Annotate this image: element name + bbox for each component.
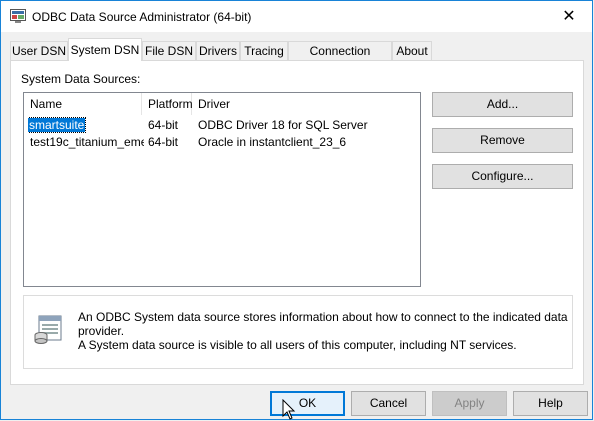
odbc-app-icon: [10, 9, 26, 23]
cancel-button[interactable]: Cancel: [351, 391, 426, 416]
tab-connection-pooling[interactable]: Connection Pooling: [288, 41, 392, 76]
list-header: Name Platform Driver: [24, 93, 420, 115]
data-sources-list[interactable]: Name Platform Driver smartsuite 64-bit O…: [23, 92, 421, 287]
row-platform: 64-bit: [148, 135, 179, 149]
row-name: test19c_titanium_emea: [30, 135, 144, 149]
tab-user-dsn[interactable]: User DSN: [10, 41, 68, 60]
configure-button[interactable]: Configure...: [432, 164, 573, 189]
tab-file-dsn[interactable]: File DSN: [142, 41, 196, 60]
row-driver: ODBC Driver 18 for SQL Server: [198, 118, 368, 132]
list-item[interactable]: test19c_titanium_emea 64-bit Oracle in i…: [24, 134, 420, 151]
info-line-1: An ODBC System data source stores inform…: [78, 310, 568, 338]
system-dsn-panel: System Data Sources: Name Platform Drive…: [10, 60, 584, 385]
info-box: An ODBC System data source stores inform…: [23, 295, 573, 369]
list-item[interactable]: smartsuite 64-bit ODBC Driver 18 for SQL…: [24, 117, 420, 134]
row-platform: 64-bit: [148, 118, 179, 132]
odbc-window: ODBC Data Source Administrator (64-bit) …: [0, 0, 593, 420]
add-button[interactable]: Add...: [432, 92, 573, 117]
tab-system-dsn[interactable]: System DSN: [68, 38, 142, 61]
tab-about[interactable]: About: [392, 41, 432, 60]
data-source-icon: [34, 315, 62, 344]
apply-button[interactable]: Apply: [432, 391, 507, 416]
tab-drivers[interactable]: Drivers: [196, 41, 240, 60]
column-header-platform[interactable]: Platform: [142, 93, 193, 115]
row-name: smartsuite: [28, 117, 87, 133]
remove-button[interactable]: Remove: [432, 128, 573, 153]
title-bar[interactable]: ODBC Data Source Administrator (64-bit) …: [1, 1, 592, 32]
system-data-sources-label: System Data Sources:: [21, 72, 141, 86]
info-line-2: A System data source is visible to all u…: [78, 338, 517, 352]
window-title: ODBC Data Source Administrator (64-bit): [32, 10, 252, 24]
row-driver: Oracle in instantclient_23_6: [198, 135, 347, 149]
help-button[interactable]: Help: [513, 391, 588, 416]
info-text: An ODBC System data source stores inform…: [78, 310, 568, 352]
column-header-driver[interactable]: Driver: [192, 93, 420, 115]
column-header-name[interactable]: Name: [24, 93, 142, 115]
close-icon[interactable]: ✕: [546, 1, 592, 32]
mouse-pointer-icon: [282, 399, 296, 420]
tab-tracing[interactable]: Tracing: [240, 41, 288, 60]
